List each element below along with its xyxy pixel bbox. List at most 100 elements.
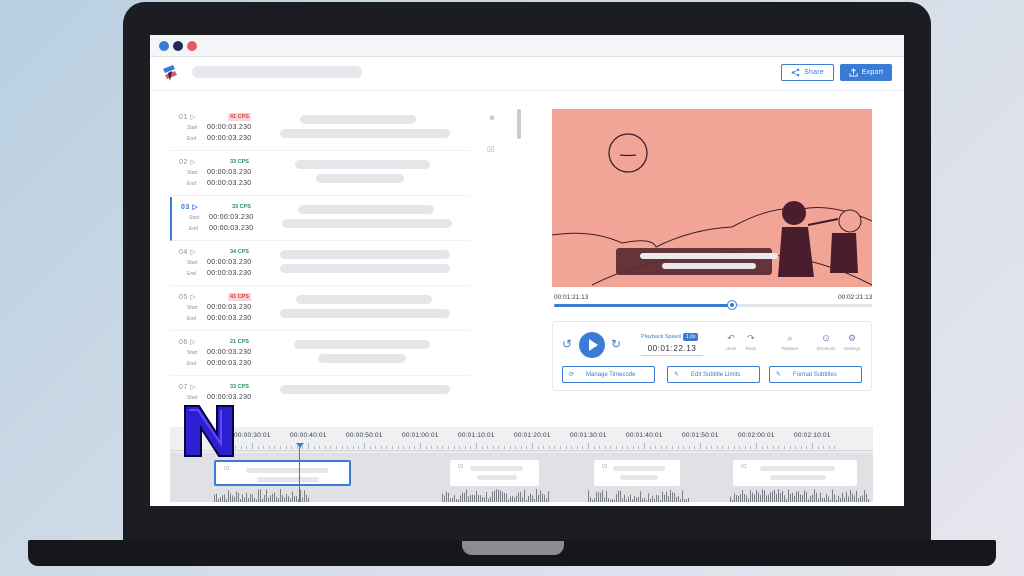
subtitle-text-line[interactable] [280, 129, 450, 138]
clip-text-line [257, 477, 319, 482]
timecode-field[interactable]: 00:01:22.13 [641, 342, 703, 356]
subtitle-text-line[interactable] [298, 205, 434, 214]
list-scrollbar[interactable] [517, 109, 521, 139]
start-time[interactable]: 00:00:03.230 [207, 169, 251, 176]
subtitle-entry[interactable]: 05 ▷ 41 CPS Start 00:00:03.230 End 00:00:03.2… [170, 287, 470, 331]
timeline-tick [425, 446, 427, 449]
subtitle-text-line[interactable] [318, 354, 406, 363]
subtitle-clip[interactable]: 01 [594, 460, 680, 486]
waveform-bar [852, 493, 853, 502]
timeline-tick [369, 446, 371, 449]
subtitle-entry[interactable]: 03 ▷ 33 CPS Start 00:00:03.230 End 00:00:03.2… [170, 197, 470, 241]
timeline-tick [660, 446, 662, 449]
start-time[interactable]: 00:00:03.230 [209, 214, 253, 221]
subtitle-text-line[interactable] [295, 160, 430, 169]
subtitle-clip[interactable]: 01 [733, 460, 857, 486]
waveform-bar [504, 492, 505, 502]
subtitle-text-line[interactable] [280, 250, 450, 259]
playback-controls: ↺ ↻ Playback Speed 1.0x 00:01:22.13 ↶ Un… [552, 321, 872, 391]
subtitle-entry[interactable]: 04 ▷ 34 CPS Start 00:00:03.230 End 00:00:03.2… [170, 242, 470, 286]
waveform-bar [506, 493, 507, 502]
video-preview[interactable] [552, 109, 872, 287]
subtitle-clip[interactable]: 01 [214, 460, 351, 486]
redo-tool[interactable]: ↷ Redo [739, 332, 763, 351]
waveform-bar [462, 492, 463, 502]
start-time[interactable]: 00:00:03.230 [207, 349, 251, 356]
timeline-tick [263, 446, 265, 449]
waveform-bar [532, 495, 533, 502]
end-time[interactable]: 00:00:03.230 [207, 270, 251, 277]
window-dot-minimize[interactable] [159, 41, 169, 51]
timeline[interactable]: 00:00:30:01 00:00:40:01 00:00:50:01 00:01:0… [170, 427, 873, 502]
end-time[interactable]: 00:00:03.230 [207, 315, 251, 322]
subtitle-text-line[interactable] [316, 174, 404, 183]
settings-tool[interactable]: ⚙ Settings [840, 332, 864, 351]
forward-icon[interactable]: ↻ [611, 338, 623, 350]
cps-badge: 41 CPS [228, 293, 251, 301]
start-time[interactable]: 00:00:03.230 [207, 394, 251, 401]
start-label: Start [187, 395, 198, 401]
waveform-bar [488, 498, 489, 502]
progress-handle[interactable] [728, 301, 737, 309]
subtitle-number: 04 ▷ [179, 249, 197, 256]
end-time[interactable]: 00:00:03.230 [207, 360, 251, 367]
waveform-bar [744, 494, 745, 502]
shortcuts-tool[interactable]: ⊙ Shortcuts [814, 332, 838, 351]
waveform-bar [762, 489, 763, 502]
waveform-bar [760, 494, 761, 502]
subtitle-entry[interactable]: 02 ▷ 33 CPS Start 00:00:03.230 End 00:00:03.2… [170, 152, 470, 196]
end-time[interactable]: 00:00:03.230 [209, 225, 253, 232]
subtitle-text-line[interactable] [280, 264, 450, 273]
timeline-tick [548, 446, 550, 449]
add-line-icon[interactable]: ⊕ [489, 114, 495, 122]
end-time[interactable]: 00:00:03.230 [207, 135, 251, 142]
manage-timecode-button[interactable]: ⟳ Manage Timecode [562, 366, 655, 383]
subtitle-text-line[interactable] [280, 309, 450, 318]
timeline-ruler[interactable]: 00:00:30:01 00:00:40:01 00:00:50:01 00:01:0… [170, 427, 873, 451]
waveform-bar [528, 496, 529, 502]
video-progress-bar[interactable] [554, 301, 872, 309]
start-time[interactable]: 00:00:03.230 [207, 304, 251, 311]
waveform-bar [818, 498, 819, 502]
timeline-tick [744, 446, 746, 449]
window-dot-maximize[interactable] [173, 41, 183, 51]
waveform-bar [766, 495, 767, 502]
subtitle-text-line[interactable] [282, 219, 452, 228]
waveform-bar [840, 497, 841, 502]
start-time[interactable]: 00:00:03.230 [207, 124, 251, 131]
clip-text-line [612, 466, 665, 471]
waveform-bar [248, 498, 249, 502]
window-dot-close[interactable] [187, 41, 197, 51]
subtitle-text-line[interactable] [296, 295, 432, 304]
rewind-icon[interactable]: ↺ [562, 338, 574, 350]
subtitle-clip[interactable]: 01 [450, 460, 539, 486]
subtitle-text-line[interactable] [300, 115, 416, 124]
start-time[interactable]: 00:00:03.230 [207, 259, 251, 266]
waveform-bar [224, 494, 225, 502]
play-button[interactable] [579, 332, 605, 358]
subtitle-entry[interactable]: 06 ▷ 21 CPS Start 00:00:03.230 End 00:00:03.2… [170, 332, 470, 376]
split-view-icon[interactable]: ▯▯ [487, 145, 495, 153]
subtitle-text-line[interactable] [280, 385, 450, 394]
share-button[interactable]: Share [781, 64, 834, 81]
timeline-tick [285, 446, 287, 449]
format-subtitles-button[interactable]: ✎ Format Subtitles [769, 366, 862, 383]
waveform-bar [842, 492, 843, 502]
timeline-tick [672, 446, 673, 449]
timeline-tick [694, 446, 696, 449]
playhead-marker[interactable] [296, 443, 304, 448]
playhead-line[interactable] [299, 445, 300, 502]
timeline-tick [257, 446, 259, 449]
end-time[interactable]: 00:00:03.230 [207, 180, 251, 187]
waveform-bar [772, 491, 773, 502]
subtitle-entry[interactable]: 01 ▷ 41 CPS Start 00:00:03.230 End 00:00:03.2… [170, 107, 470, 151]
end-label: End [187, 136, 196, 142]
timeline-tick [823, 446, 825, 449]
playback-speed-value[interactable]: 1.0x [683, 333, 699, 341]
subtitle-text-line[interactable] [294, 340, 430, 349]
subtitle-number: 03 ▷ [181, 204, 199, 211]
replace-tool[interactable]: ⌕ Replace [778, 332, 802, 351]
edit-subtitle-limits-button[interactable]: ✎ Edit Subtitle Limits [667, 366, 760, 383]
waveform-bar [534, 499, 535, 502]
export-button[interactable]: Export [840, 64, 892, 81]
